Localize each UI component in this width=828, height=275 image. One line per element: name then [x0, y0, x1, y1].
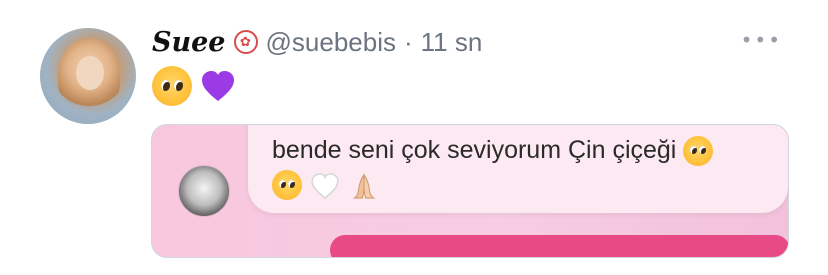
- display-name[interactable]: Suee: [152, 27, 226, 58]
- avatar-face: [76, 56, 104, 90]
- user-handle[interactable]: @suebebis: [266, 27, 396, 58]
- reply-bubble: [330, 235, 788, 257]
- tweet-emoji-row: [152, 66, 238, 106]
- tweet-media[interactable]: bende seni çok seviyorum Çin çiçeği: [151, 124, 789, 258]
- purple-heart-icon: [198, 66, 238, 106]
- message-body: bende seni çok seviyorum Çin çiçeği: [272, 136, 677, 164]
- profile-avatar[interactable]: [40, 28, 136, 124]
- tweet-header: Suee ✿ @suebebis · 11 sn: [152, 22, 482, 62]
- white-heart-icon: [309, 170, 341, 200]
- timestamp[interactable]: 11 sn: [421, 27, 483, 58]
- pleading-face-icon: [272, 170, 302, 201]
- folded-hands-icon: [348, 170, 380, 200]
- sender-avatar: [178, 165, 230, 217]
- more-dots-icon[interactable]: •••: [741, 28, 782, 52]
- message-text: bende seni çok seviyorum Çin çiçeği: [272, 133, 764, 201]
- pleading-face-icon: [152, 66, 192, 106]
- separator: ·: [403, 26, 413, 57]
- message-bubble: bende seni çok seviyorum Çin çiçeği: [248, 125, 788, 213]
- pleading-face-icon: [683, 136, 714, 167]
- seal-icon: ✿: [233, 30, 258, 54]
